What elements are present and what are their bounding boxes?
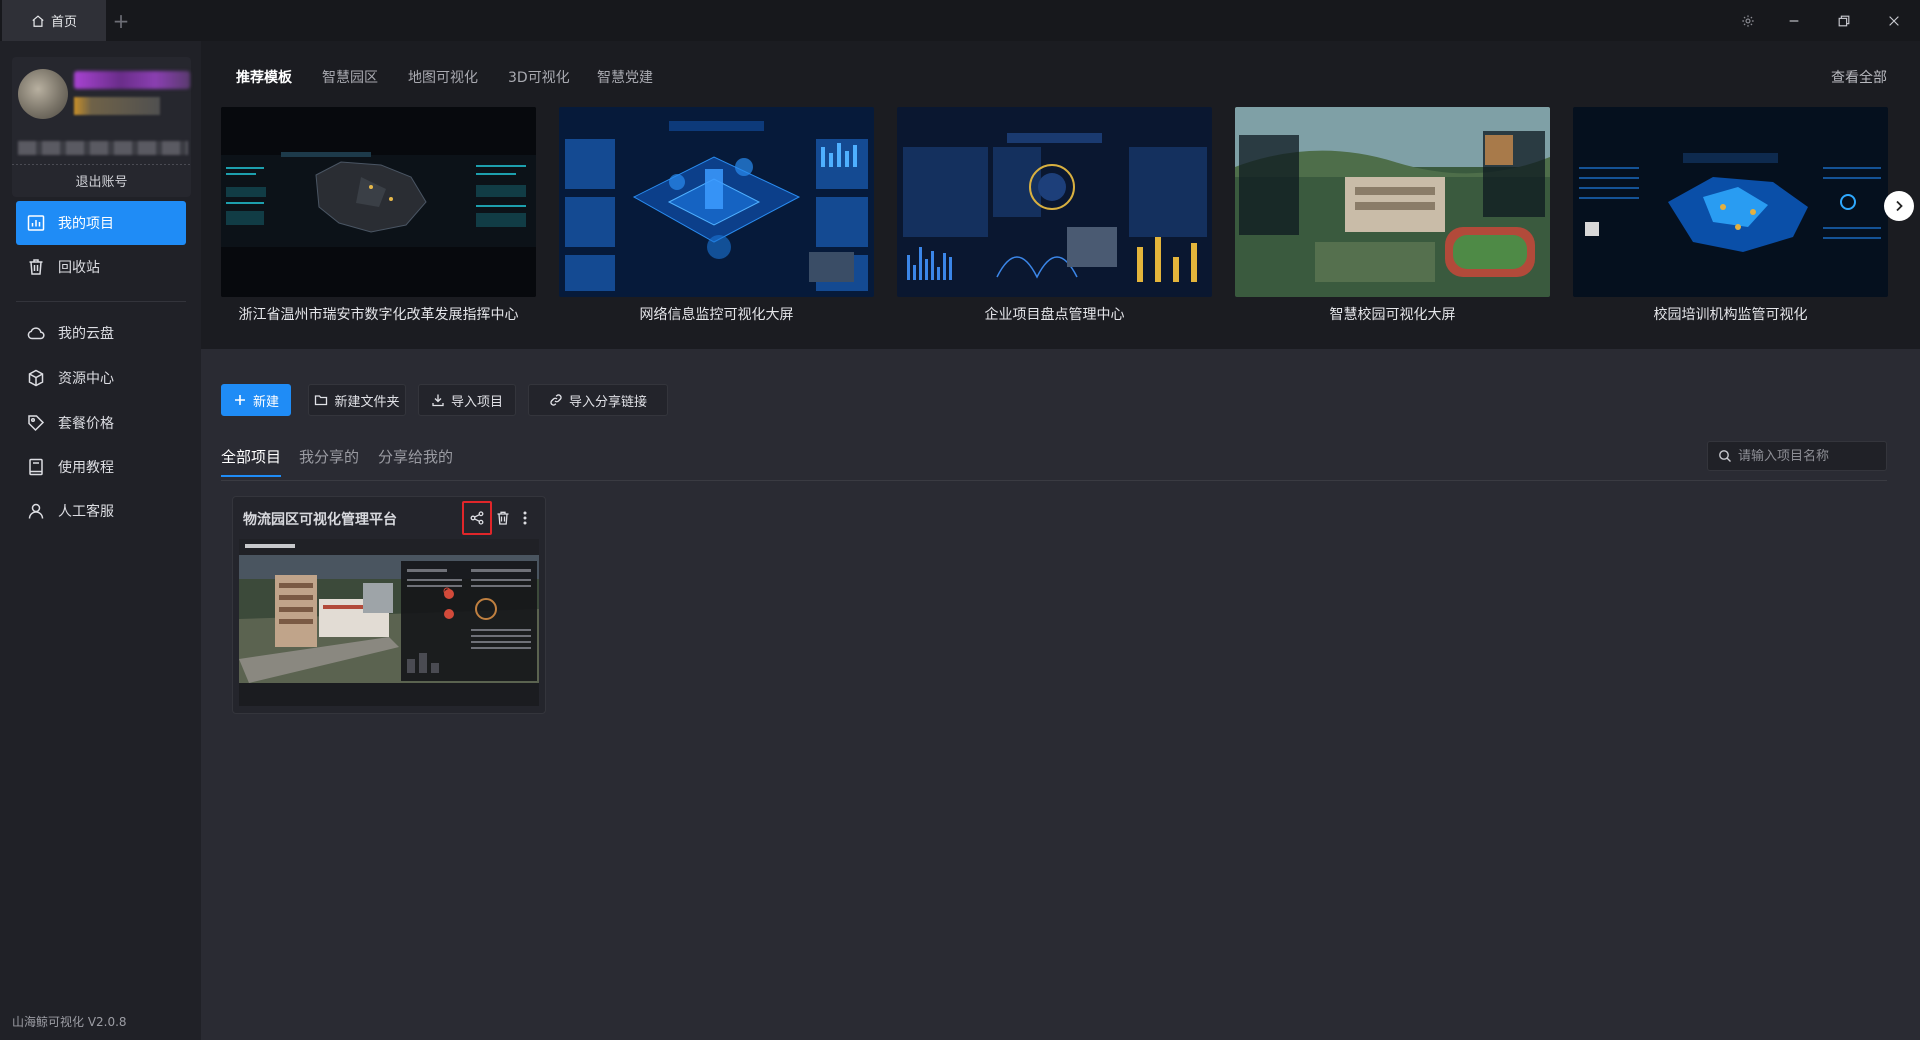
- chart-bar-icon: [27, 215, 45, 231]
- template-thumbnail: [559, 107, 874, 297]
- app-version: 山海鲸可视化 V2.0.8: [12, 1015, 127, 1029]
- home-icon: [32, 14, 44, 27]
- sidebar-item-label: 使用教程: [58, 460, 114, 476]
- template-tab-3d[interactable]: 3D可视化: [508, 67, 570, 87]
- book-icon: [29, 458, 43, 476]
- settings-button[interactable]: [1724, 0, 1772, 41]
- import-share-link-button[interactable]: 导入分享链接: [528, 384, 668, 416]
- close-icon: [1889, 15, 1899, 26]
- template-title: 浙江省温州市瑞安市数字化改革发展指挥中心: [238, 307, 519, 323]
- template-tab-smart-park[interactable]: 智慧园区: [322, 67, 378, 87]
- new-folder-button[interactable]: 新建文件夹: [308, 384, 406, 416]
- avatar[interactable]: [18, 69, 68, 119]
- sidebar-item-label: 我的项目: [58, 216, 114, 232]
- title-bar: 首页 +: [0, 0, 1920, 41]
- template-title: 校园培训机构监管可视化: [1653, 307, 1808, 323]
- tab-all-projects[interactable]: 全部项目: [221, 446, 281, 467]
- template-tab-party-building[interactable]: 智慧党建: [597, 67, 653, 87]
- search-input[interactable]: [1738, 448, 1878, 464]
- template-title: 智慧校园可视化大屏: [1329, 307, 1456, 323]
- tab-home-label: 首页: [50, 15, 77, 30]
- sidebar-item-tutorial[interactable]: 使用教程: [16, 445, 186, 489]
- cloud-icon: [27, 327, 45, 340]
- new-folder-label: 新建文件夹: [334, 394, 400, 410]
- sidebar-item-recycle-bin[interactable]: 回收站: [16, 245, 186, 289]
- template-card[interactable]: 校园培训机构监管可视化: [1573, 107, 1888, 324]
- minimize-button[interactable]: [1770, 0, 1818, 41]
- new-button[interactable]: 新建: [221, 384, 291, 416]
- template-card[interactable]: 智慧校园可视化大屏: [1235, 107, 1550, 324]
- link-icon: [550, 394, 562, 406]
- sidebar-item-label: 回收站: [58, 260, 100, 276]
- account-info-blurred: [18, 141, 188, 155]
- view-all-link[interactable]: 查看全部: [1831, 67, 1887, 87]
- sidebar-item-customer-service[interactable]: 人工客服: [16, 489, 186, 533]
- gear-icon: [1742, 14, 1754, 27]
- project-thumbnail: [239, 539, 539, 706]
- logout-link[interactable]: 退出账号: [12, 171, 191, 190]
- project-more-button[interactable]: [510, 501, 540, 535]
- import-icon: [432, 394, 444, 407]
- tag-icon: [28, 415, 45, 432]
- sidebar-item-cloud-disk[interactable]: 我的云盘: [16, 311, 186, 355]
- template-gallery: 推荐模板 智慧园区 地图可视化 3D可视化 智慧党建 查看全部 浙江省温州市瑞安…: [201, 41, 1920, 349]
- project-title: 物流园区可视化管理平台: [243, 512, 397, 528]
- template-thumbnail: [1235, 107, 1550, 297]
- project-search: [1707, 441, 1887, 471]
- sidebar-item-label: 资源中心: [58, 371, 114, 387]
- project-card[interactable]: 物流园区可视化管理平台: [232, 496, 546, 714]
- import-project-button[interactable]: 导入项目: [418, 384, 516, 416]
- template-title: 企业项目盘点管理中心: [984, 307, 1125, 323]
- profile-divider: [12, 164, 191, 165]
- cube-icon: [28, 369, 44, 387]
- trash-icon: [497, 511, 509, 525]
- template-thumbnail: [897, 107, 1212, 297]
- tab-shared-to-me[interactable]: 分享给我的: [378, 446, 453, 467]
- template-tab-map[interactable]: 地图可视化: [408, 67, 478, 87]
- template-card[interactable]: 网络信息监控可视化大屏: [559, 107, 874, 324]
- minimize-icon: [1789, 19, 1799, 22]
- new-button-label: 新建: [252, 394, 279, 410]
- sidebar-item-label: 人工客服: [58, 504, 114, 520]
- tab-my-shared[interactable]: 我分享的: [299, 446, 359, 467]
- search-icon: [1719, 450, 1731, 462]
- more-vertical-icon: [523, 511, 527, 525]
- import-project-label: 导入项目: [450, 394, 503, 410]
- user-profile-card: 退出账号: [12, 57, 191, 197]
- template-thumbnail: [1573, 107, 1888, 297]
- sidebar-item-label: 我的云盘: [58, 326, 114, 342]
- template-card[interactable]: 浙江省温州市瑞安市数字化改革发展指挥中心: [221, 107, 536, 324]
- active-tab-indicator: [221, 475, 281, 477]
- restore-icon: [1838, 15, 1850, 26]
- user-icon: [28, 503, 44, 519]
- template-card[interactable]: 企业项目盘点管理中心: [897, 107, 1212, 324]
- chevron-right-icon: [1896, 200, 1903, 212]
- sidebar: 退出账号 我的项目 回收站 我的云盘 资源中心 套餐价格 使用教程 人工客服 山…: [0, 41, 201, 1040]
- trash-icon: [29, 259, 43, 275]
- sidebar-item-resource-center[interactable]: 资源中心: [16, 356, 186, 400]
- sidebar-item-pricing[interactable]: 套餐价格: [16, 401, 186, 445]
- sidebar-item-my-projects[interactable]: 我的项目: [16, 201, 186, 245]
- carousel-next-button[interactable]: [1884, 191, 1914, 221]
- tabs-divider: [221, 480, 1887, 481]
- close-button[interactable]: [1870, 0, 1918, 41]
- tab-home[interactable]: 首页: [2, 0, 106, 41]
- template-thumbnail: [221, 107, 536, 297]
- username-blurred: [74, 71, 190, 89]
- share-icon: [470, 511, 484, 525]
- add-tab-button[interactable]: +: [110, 0, 132, 41]
- plus-icon: [234, 395, 245, 405]
- sidebar-item-label: 套餐价格: [58, 416, 114, 432]
- restore-button[interactable]: [1820, 0, 1868, 41]
- import-share-link-label: 导入分享链接: [568, 394, 647, 410]
- template-tab-recommended[interactable]: 推荐模板: [236, 67, 292, 87]
- folder-icon: [315, 395, 328, 406]
- sidebar-divider: [16, 301, 186, 302]
- member-badge-blurred: [74, 97, 160, 115]
- template-title: 网络信息监控可视化大屏: [639, 307, 794, 323]
